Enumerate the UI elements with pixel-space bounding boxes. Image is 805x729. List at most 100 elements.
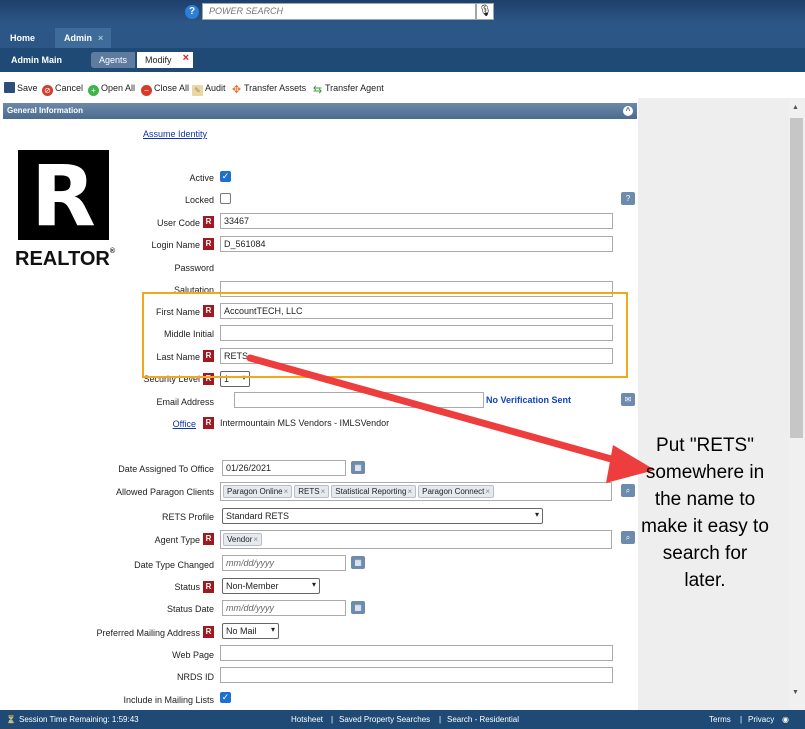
calendar-icon[interactable]: ▦: [351, 461, 365, 474]
close-all-icon: −: [141, 85, 152, 96]
separator: |: [439, 715, 442, 724]
chip-label: Statistical Reporting: [335, 487, 407, 496]
transfer-agent-button[interactable]: ⇆ Transfer Agent: [312, 80, 384, 97]
separator: |: [331, 715, 334, 724]
subtab-modify[interactable]: Modify ×: [137, 52, 193, 68]
search-icon[interactable]: ⌕: [621, 484, 635, 497]
tab-admin-label: Admin: [64, 33, 92, 43]
name-fields-highlight: [142, 292, 628, 378]
date-assigned-input[interactable]: 01/26/2021: [222, 460, 346, 476]
remove-chip-icon[interactable]: ×: [321, 487, 326, 496]
save-label: Save: [17, 83, 38, 93]
status-date-input[interactable]: mm/dd/yyyy: [222, 600, 346, 616]
login-name-label: Login Name: [151, 240, 200, 250]
email-input[interactable]: [234, 392, 484, 408]
remove-chip-icon[interactable]: ×: [485, 487, 490, 496]
transfer-assets-button[interactable]: ✥ Transfer Assets: [231, 80, 306, 97]
save-button[interactable]: Save: [4, 80, 38, 97]
calendar-icon[interactable]: ▦: [351, 556, 365, 569]
rets-profile-value: Standard RETS: [226, 511, 290, 521]
active-label: Active: [189, 173, 214, 183]
active-checkbox[interactable]: ✓: [220, 171, 231, 182]
required-badge: R: [203, 216, 214, 228]
chip-label: Vendor: [227, 535, 253, 544]
realtor-logo: R REALTOR®: [13, 146, 119, 272]
chip-label: Paragon Online: [227, 487, 283, 496]
scroll-up-icon[interactable]: ▲: [792, 104, 799, 111]
required-badge: R: [203, 626, 214, 638]
collapse-icon[interactable]: ^: [623, 106, 633, 116]
tab-home[interactable]: Home: [0, 28, 45, 48]
scrollbar-thumb[interactable]: [790, 118, 803, 438]
callout-text: Put "RETS" somewhere in the name to make…: [641, 435, 769, 591]
allowed-clients-field[interactable]: Paragon Online× RETS× Statistical Reportin…: [220, 482, 612, 501]
audit-button[interactable]: ✎ Audit: [192, 80, 226, 97]
subtab-agents[interactable]: Agents: [91, 52, 136, 68]
chip-label: RETS: [298, 487, 320, 496]
remove-chip-icon[interactable]: ×: [407, 487, 412, 496]
tab-bar: [0, 22, 805, 48]
audit-icon: ✎: [192, 85, 203, 96]
tab-admin[interactable]: Admin ×: [55, 28, 111, 48]
admin-main-label: Admin Main: [11, 55, 62, 65]
section-header: General Information ^: [3, 103, 637, 119]
office-link[interactable]: Office: [173, 419, 196, 429]
date-assigned-label: Date Assigned To Office: [118, 464, 214, 474]
transfer-agent-icon: ⇆: [312, 84, 323, 96]
locked-checkbox[interactable]: [220, 193, 231, 204]
hotsheet-link[interactable]: Hotsheet: [291, 710, 323, 729]
chevron-down-icon: ▾: [534, 510, 539, 519]
close-all-label: Close All: [154, 83, 190, 93]
search-icon[interactable]: ⌕: [621, 531, 635, 544]
office-label: Office: [0, 419, 196, 429]
mail-icon[interactable]: ✉: [621, 393, 635, 406]
saved-searches-link[interactable]: Saved Property Searches: [339, 710, 430, 729]
calendar-icon[interactable]: ▦: [351, 601, 365, 614]
transfer-assets-label: Transfer Assets: [244, 83, 307, 93]
footer-bar: ⏳ Session Time Remaining: 1:59:43 Hotshe…: [0, 710, 805, 729]
user-code-input[interactable]: 33467: [220, 213, 613, 229]
help-icon[interactable]: ?: [185, 5, 199, 19]
chip: Paragon Online×: [223, 485, 293, 498]
status-date-label: Status Date: [166, 604, 214, 614]
remove-chip-icon[interactable]: ×: [284, 487, 289, 496]
close-all-button[interactable]: − Close All: [141, 80, 189, 97]
cancel-icon: ⊘: [42, 85, 53, 96]
rets-profile-select[interactable]: Standard RETS ▾: [222, 508, 543, 524]
close-tab-icon[interactable]: ×: [98, 33, 103, 43]
help-icon-button[interactable]: ?: [621, 192, 635, 205]
agent-type-field[interactable]: Vendor×: [220, 530, 612, 549]
save-icon: [4, 82, 15, 93]
assume-identity-link[interactable]: Assume Identity: [143, 129, 207, 139]
status-select[interactable]: Non-Member ▾: [222, 578, 320, 594]
chip: RETS×: [294, 485, 330, 498]
scroll-down-icon[interactable]: ▼: [792, 689, 799, 696]
login-name-input[interactable]: D_561084: [220, 236, 613, 252]
password-label: Password: [174, 263, 214, 273]
web-page-label: Web Page: [172, 650, 214, 660]
settings-icon[interactable]: ◉: [782, 710, 789, 729]
terms-link[interactable]: Terms: [709, 710, 731, 729]
open-all-icon: +: [88, 85, 99, 96]
remove-chip-icon[interactable]: ×: [253, 535, 258, 544]
agent-type-label: Agent Type: [154, 535, 200, 545]
date-type-changed-input[interactable]: mm/dd/yyyy: [222, 555, 346, 571]
office-value: Intermountain MLS Vendors - IMLSVendor: [220, 418, 390, 428]
open-all-button[interactable]: + Open All: [88, 80, 135, 97]
nrds-id-input[interactable]: [220, 667, 613, 683]
privacy-link[interactable]: Privacy: [748, 710, 774, 729]
session-timer: Session Time Remaining: 1:59:43: [19, 715, 139, 724]
web-page-input[interactable]: [220, 645, 613, 661]
mailing-lists-label: Include in Mailing Lists: [123, 695, 214, 705]
subtab-modify-label: Modify: [145, 55, 172, 65]
close-subtab-icon[interactable]: ×: [183, 50, 189, 66]
power-search-input[interactable]: POWER SEARCH: [202, 3, 476, 20]
mailing-lists-checkbox[interactable]: ✓: [220, 692, 231, 703]
cancel-button[interactable]: ⊘ Cancel: [42, 80, 83, 97]
session-icon: ⏳: [6, 715, 16, 724]
search-residential-link[interactable]: Search - Residential: [447, 710, 519, 729]
preferred-mailing-select[interactable]: No Mail ▾: [222, 623, 279, 639]
chevron-down-icon: ▾: [270, 625, 275, 634]
microphone-icon[interactable]: 🎙: [476, 3, 494, 20]
required-badge: R: [203, 533, 214, 545]
